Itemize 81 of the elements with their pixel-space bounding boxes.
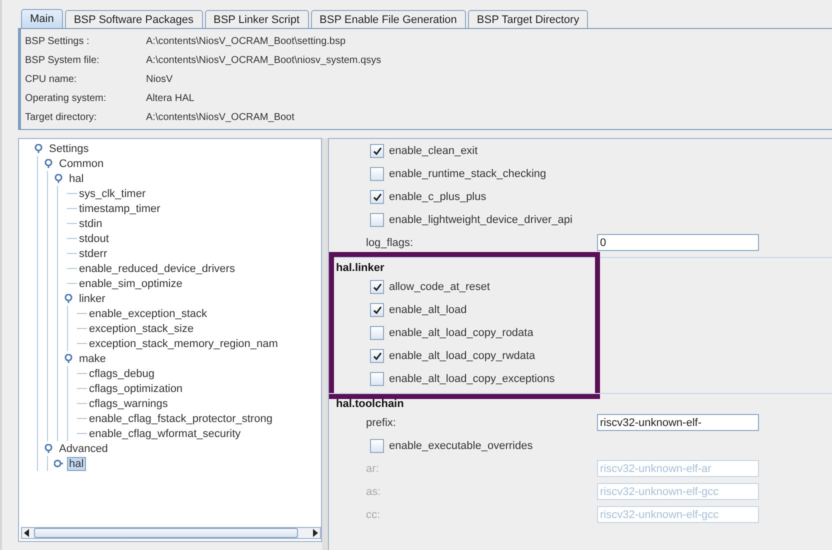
tree-item[interactable]: enable_cflag_fstack_protector_strong [87,412,274,426]
check-icon [372,192,382,200]
section-title: hal.linker [335,262,386,275]
info-label: CPU name: [25,73,78,87]
info-value: A:\contents\NiosV_OCRAM_Boot\setting.bsp [146,35,347,49]
horizontal-scrollbar[interactable] [21,527,321,539]
tree-item[interactable]: cflags_warnings [87,396,170,410]
checkbox[interactable] [370,326,384,340]
check-icon [372,306,382,314]
scroll-left-icon[interactable] [22,528,32,538]
checkbox-label: enable_runtime_stack_checking [389,168,546,180]
checkbox-label: enable_alt_load_copy_exceptions [389,372,555,384]
field-label: log_flags: [366,236,414,248]
checkbox-label: enable_alt_load [389,304,467,316]
field-label: ar: [366,462,380,474]
input-field[interactable]: 0 [597,234,759,251]
tree-item[interactable]: enable_reduced_device_drivers [77,262,237,276]
info-label: BSP Settings : [25,35,90,49]
checkbox[interactable] [370,372,384,386]
field-label: as: [366,486,382,498]
section-title: hal.toolchain [335,398,405,411]
tree-item[interactable]: cflags_optimization [87,382,185,396]
tree-item[interactable]: enable_cflag_wformat_security [87,426,243,440]
info-label: Target directory: [25,111,98,125]
tree-item[interactable]: sys_clk_timer [77,186,148,200]
checkbox[interactable] [370,280,384,294]
tree-item[interactable]: exception_stack_size [87,322,196,336]
checkbox[interactable] [370,348,384,362]
tab[interactable]: BSP Software Packages [64,10,202,28]
input-field[interactable]: riscv32-unknown-elf- [597,414,759,431]
checkbox[interactable] [370,212,384,226]
info-label: BSP System file: [25,54,100,68]
tree-item[interactable]: Advanced [57,442,110,456]
tree-item[interactable]: Common [57,156,106,170]
tree-item[interactable]: Settings [47,142,91,156]
field-label: cc: [366,508,382,520]
tree-item[interactable]: hal [67,456,86,470]
tree-item[interactable]: make [77,352,108,366]
checkbox[interactable] [370,144,384,158]
info-value: A:\contents\NiosV_OCRAM_Boot\niosv_system.qsys [146,54,382,68]
checkbox-label: enable_alt_load_copy_rodata [389,326,534,338]
checkbox-label: enable_alt_load_copy_rwdata [389,350,536,362]
tab[interactable]: BSP Linker Script [204,10,309,28]
info-value: A:\contents\NiosV_OCRAM_Boot [146,111,296,125]
tree-handle-icon[interactable] [34,144,42,153]
checkbox[interactable] [370,302,384,316]
checkbox-label: enable_clean_exit [389,144,478,156]
info-label: Operating system: [25,92,108,106]
tab[interactable]: Main [21,9,63,28]
tree-item[interactable]: enable_exception_stack [87,306,210,320]
info-value: NiosV [146,73,174,87]
tab[interactable]: BSP Target Directory [468,10,588,28]
tree-item[interactable]: exception_stack_memory_region_nam [87,336,280,350]
tree-handle-icon[interactable] [44,444,52,453]
checkbox-label: enable_executable_overrides [389,440,533,452]
tree-handle-icon[interactable] [54,459,62,468]
checkbox[interactable] [370,166,384,180]
check-icon [372,352,382,360]
scroll-right-icon[interactable] [310,528,320,538]
tree-item[interactable]: enable_sim_optimize [77,276,184,290]
tree-item[interactable]: cflags_debug [87,366,156,380]
tree-handle-icon[interactable] [64,294,72,303]
tree-item[interactable]: timestamp_timer [77,202,162,216]
checkbox[interactable] [370,190,384,204]
check-icon [372,282,382,290]
tab[interactable]: BSP Enable File Generation [310,10,466,28]
tree-item[interactable]: stdout [77,232,111,246]
checkbox[interactable] [370,438,384,452]
check-icon [372,146,382,154]
tree-handle-icon[interactable] [64,354,72,363]
info-value: Altera HAL [146,92,196,106]
tree-item[interactable]: stderr [77,246,110,260]
tree-handle-icon[interactable] [44,159,52,168]
checkbox-label: enable_c_plus_plus [389,190,486,202]
checkbox-label: enable_lightweight_device_driver_api [389,214,572,226]
field-label: prefix: [366,416,397,428]
tree-handle-icon[interactable] [54,174,62,183]
tree-item[interactable]: stdin [77,216,104,230]
checkbox-label: allow_code_at_reset [389,280,490,292]
tree-item[interactable]: hal [67,172,86,186]
tree-item[interactable]: linker [77,292,108,306]
